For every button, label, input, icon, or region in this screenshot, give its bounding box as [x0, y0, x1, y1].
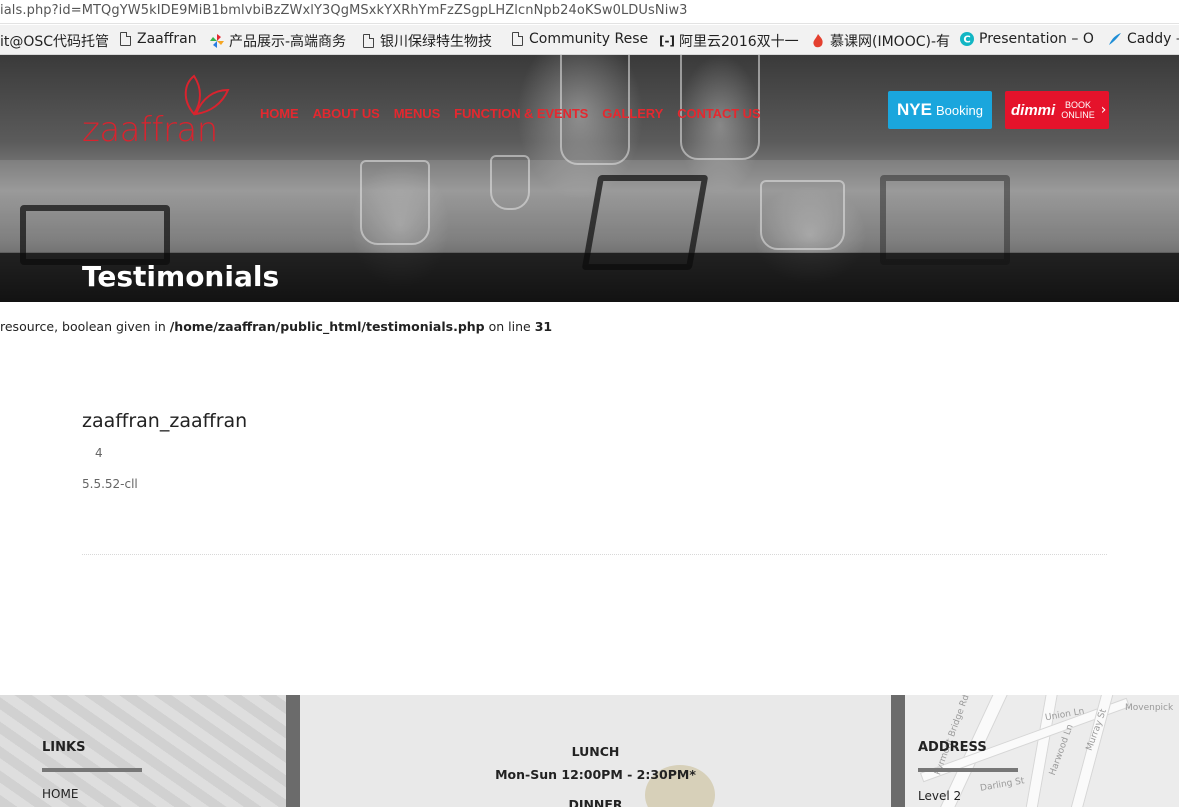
bookmark-label: it@OSC代码托管	[0, 34, 110, 50]
footer-link-home[interactable]: HOME	[42, 787, 78, 801]
warning-line: 31	[534, 319, 553, 334]
site-logo[interactable]: zaaffran	[82, 70, 232, 150]
nav-gallery[interactable]: GALLERY	[602, 106, 663, 121]
links-heading: LINKS	[42, 740, 86, 755]
booking-label: Booking	[935, 102, 983, 118]
bookmark-label: Caddy –	[1127, 31, 1179, 47]
flame-icon	[811, 34, 825, 48]
links-underline	[42, 768, 142, 772]
bookmark-label: 产品展示-高端商务	[229, 34, 347, 50]
nye-booking-button[interactable]: NYE Booking	[888, 91, 992, 129]
bookmark-zaaffran[interactable]: Zaaffran	[118, 31, 197, 47]
url-text[interactable]: ials.php?id=MTQgYW5kIDE9MiB1bmlvbiBzZWxl…	[0, 3, 688, 18]
nye-label: NYE	[897, 100, 932, 119]
bookmark-label: Zaaffran	[137, 31, 197, 47]
book-online-label: BOOK ONLINE	[1061, 100, 1095, 120]
bookmark-presentation[interactable]: C Presentation – O	[960, 31, 1094, 47]
page-icon	[510, 32, 524, 46]
bookmark-imooc[interactable]: 慕课网(IMOOC)-有	[811, 31, 950, 51]
nav-function-events[interactable]: FUNCTION & EVENTS	[454, 106, 588, 121]
bookmark-aliyun[interactable]: [-] 阿里云2016双十一	[659, 31, 799, 51]
bookmark-product[interactable]: 产品展示-高端商务	[210, 31, 346, 51]
main-nav: HOME ABOUT US MENUS FUNCTION & EVENTS GA…	[260, 106, 761, 121]
bookmark-label: Presentation – O	[979, 31, 1094, 47]
warning-path: /home/zaaffran/public_html/testimonials.…	[169, 319, 485, 334]
lunch-hours: Mon-Sun 12:00PM - 2:30PM*	[495, 767, 696, 782]
chevron-right-icon: ›	[1100, 102, 1107, 118]
nav-contact-us[interactable]: CONTACT US	[677, 106, 760, 121]
aliyun-icon: [-]	[659, 34, 675, 48]
bookmark-caddy[interactable]: Caddy –	[1108, 31, 1179, 47]
testimonial-number: 4	[95, 446, 103, 460]
page-title: Testimonials	[82, 260, 280, 293]
php-warning: resource, boolean given in /home/zaaffra…	[0, 319, 553, 334]
page-icon	[361, 34, 375, 48]
address-line: Level 2	[918, 789, 962, 803]
caddy-icon	[1108, 32, 1122, 46]
nav-about-us[interactable]: ABOUT US	[313, 106, 380, 121]
bookmark-label: 银川保绿特生物技	[380, 34, 492, 50]
dimmi-book-online-button[interactable]: dimmi BOOK ONLINE ›	[1005, 91, 1109, 129]
bookmark-label: 阿里云2016双十一	[679, 34, 799, 50]
dinner-heading: DINNER	[568, 797, 623, 807]
map-label: Darling St	[979, 776, 1026, 794]
testimonial-text: 5.5.52-cll	[82, 477, 138, 491]
address-heading: ADDRESS	[918, 740, 987, 755]
logo-wordmark: zaaffran	[82, 110, 218, 150]
bookmarks-bar: it@OSC代码托管 Zaaffran 产品展示-高端商务 银川保绿特生物技 C…	[0, 25, 1179, 55]
map-label: Movenpick	[1125, 703, 1174, 713]
bookmark-community[interactable]: Community Rese	[510, 31, 648, 47]
bookmark-label: 慕课网(IMOOC)-有	[830, 34, 950, 50]
lunch-heading: LUNCH	[571, 744, 620, 759]
address-underline	[918, 768, 1018, 772]
site-footer: Pyrmont Bridge Rd Union Ln Harwood Ln Mu…	[0, 695, 1179, 807]
dimmi-brand: dimmi	[1011, 101, 1056, 119]
pinwheel-icon	[210, 34, 224, 48]
bookmark-yinchuan[interactable]: 银川保绿特生物技	[361, 31, 492, 51]
address-bar[interactable]: ials.php?id=MTQgYW5kIDE9MiB1bmlvbiBzZWxl…	[0, 0, 1179, 24]
page-icon	[118, 32, 132, 46]
bookmark-osc[interactable]: it@OSC代码托管	[0, 31, 109, 51]
content-divider	[82, 554, 1107, 555]
svg-text:C: C	[963, 35, 970, 46]
nav-menus[interactable]: MENUS	[394, 106, 441, 121]
testimonial-name: zaaffran_zaaffran	[82, 410, 248, 432]
nav-home[interactable]: HOME	[260, 106, 299, 121]
hero-banner: zaaffran HOME ABOUT US MENUS FUNCTION & …	[0, 55, 1179, 302]
circle-c-icon: C	[960, 32, 974, 46]
bookmark-label: Community Rese	[529, 31, 649, 47]
